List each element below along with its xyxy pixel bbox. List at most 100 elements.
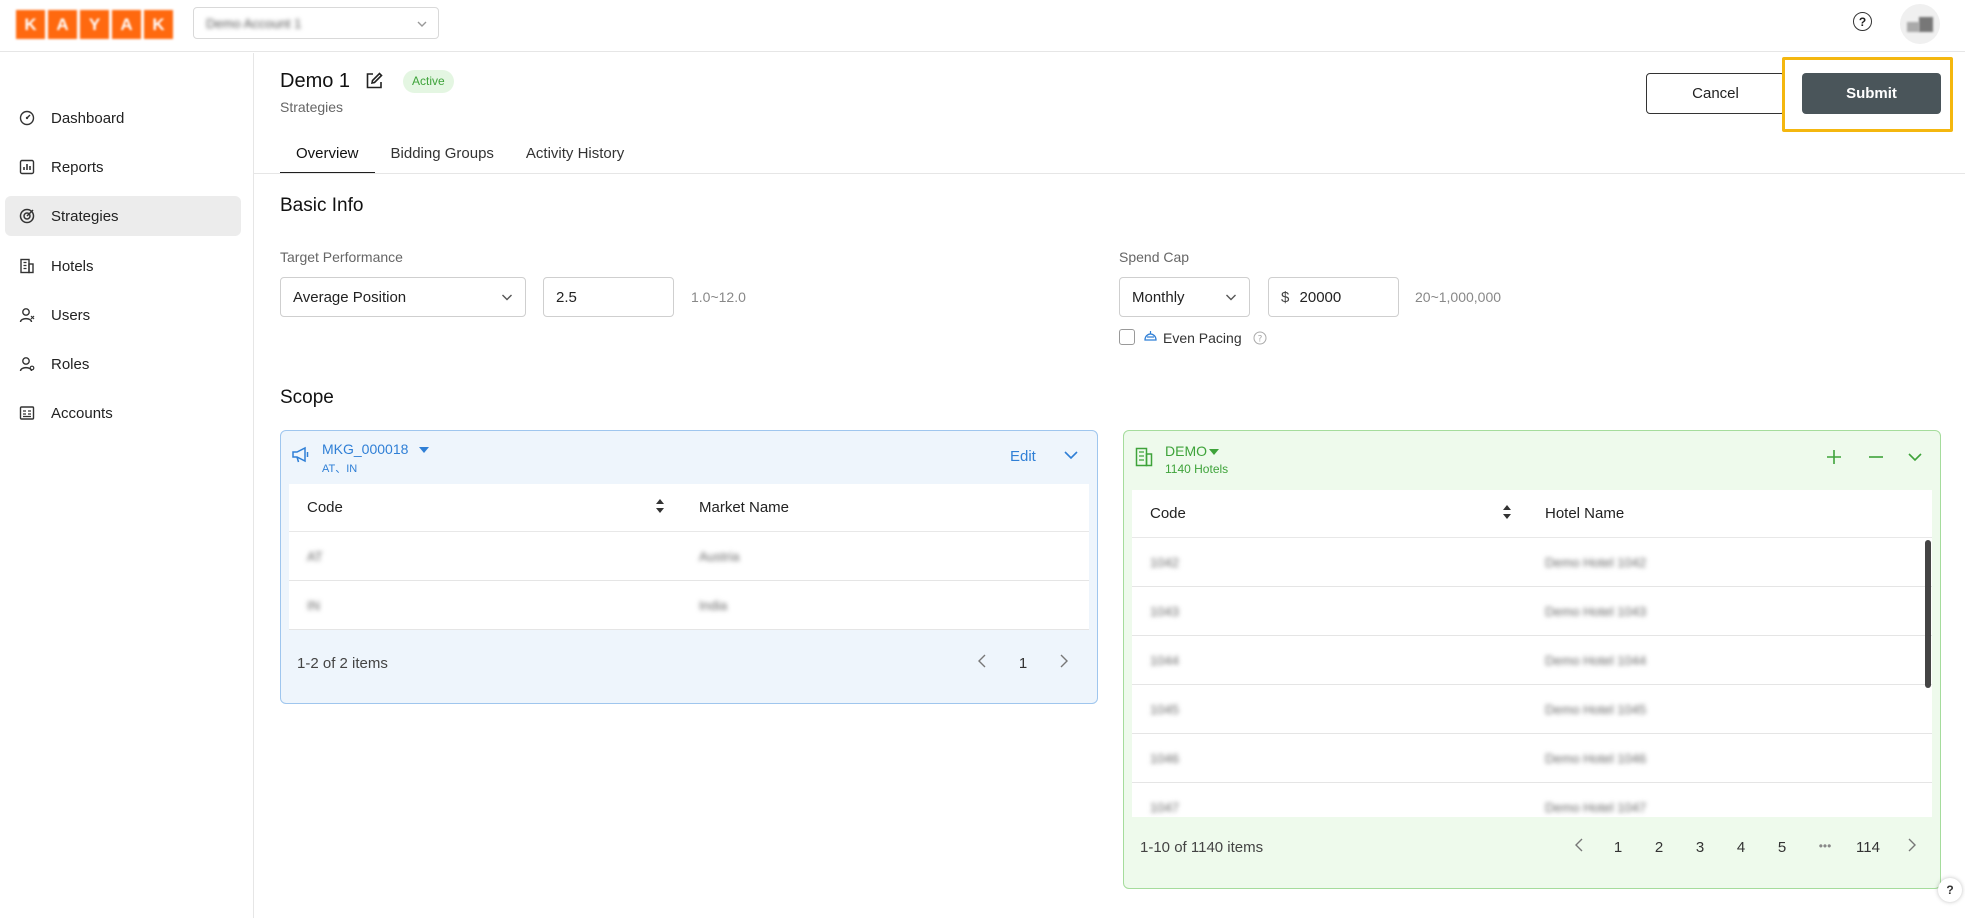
- table-row[interactable]: 1046 Demo Hotel 1046: [1132, 734, 1932, 783]
- logo-letter: K: [16, 10, 45, 39]
- sidebar-item-label: Roles: [51, 355, 90, 373]
- row-code: 1046: [1150, 751, 1179, 766]
- sidebar-item-dashboard[interactable]: Dashboard: [5, 98, 241, 138]
- hotels-table: Code Hotel Name 1042 Demo Hotel 1042 104…: [1132, 490, 1932, 817]
- pagination-summary: 1-10 of 1140 items: [1140, 839, 1264, 856]
- row-name: Demo Hotel 1046: [1545, 751, 1647, 766]
- chevron-down-icon: [1225, 289, 1237, 309]
- table-row[interactable]: 1043 Demo Hotel 1043: [1132, 587, 1932, 636]
- sort-icon[interactable]: [1502, 503, 1512, 521]
- row-name: Demo Hotel 1043: [1545, 604, 1647, 619]
- currency-symbol: $: [1281, 289, 1290, 306]
- page-number[interactable]: 1: [1606, 839, 1630, 856]
- target-metric-select[interactable]: Average Position: [280, 277, 526, 317]
- row-name: India: [699, 598, 728, 613]
- row-name: Demo Hotel 1044: [1545, 653, 1647, 668]
- chevron-down-icon[interactable]: [1063, 447, 1079, 468]
- tab-overview[interactable]: Overview: [280, 140, 375, 174]
- row-name: Demo Hotel 1042: [1545, 555, 1647, 570]
- accounts-icon: [18, 404, 36, 422]
- floating-help-button[interactable]: ?: [1938, 878, 1962, 902]
- sidebar-item-label: Reports: [51, 158, 104, 176]
- sidebar-item-accounts[interactable]: Accounts: [5, 393, 241, 433]
- help-icon[interactable]: ?: [1853, 12, 1872, 31]
- row-name: Austria: [699, 549, 740, 564]
- page-number[interactable]: 2: [1647, 839, 1671, 856]
- breadcrumb[interactable]: Strategies: [280, 99, 343, 115]
- page-title: Demo 1: [280, 70, 351, 92]
- sidebar-item-label: Users: [51, 306, 91, 324]
- prev-page-icon[interactable]: [1574, 837, 1584, 858]
- sidebar-item-label: Dashboard: [51, 109, 125, 127]
- next-page-icon[interactable]: [1907, 837, 1917, 858]
- page-number[interactable]: 4: [1729, 839, 1753, 856]
- minus-icon[interactable]: [1868, 449, 1884, 470]
- column-header-hotel-name[interactable]: Hotel Name: [1545, 505, 1624, 522]
- page-ellipsis[interactable]: •••: [1809, 839, 1841, 853]
- kayak-logo[interactable]: K A Y A K: [16, 10, 173, 39]
- spend-cap-amount-input[interactable]: $ 20000: [1268, 277, 1399, 317]
- section-title-scope: Scope: [280, 387, 334, 408]
- page-number[interactable]: 1: [1011, 655, 1035, 672]
- table-row[interactable]: 1047 Demo Hotel 1047: [1132, 783, 1932, 817]
- chevron-down-icon: [501, 289, 513, 309]
- chevron-down-icon[interactable]: [1907, 449, 1923, 470]
- sidebar-item-reports[interactable]: Reports: [5, 147, 241, 187]
- target-range-hint: 1.0~12.0: [691, 289, 746, 305]
- table-row[interactable]: 1042 Demo Hotel 1042: [1132, 538, 1932, 587]
- sidebar-item-roles[interactable]: Roles: [5, 344, 241, 384]
- target-value: 2.5: [556, 289, 577, 306]
- even-pacing-label: Even Pacing: [1163, 330, 1242, 346]
- row-code: 1042: [1150, 555, 1179, 570]
- row-name: Demo Hotel 1045: [1545, 702, 1647, 717]
- market-group-id[interactable]: MKG_000018: [322, 441, 408, 457]
- edit-markets-link[interactable]: Edit: [1010, 448, 1036, 465]
- caret-down-icon[interactable]: [418, 442, 430, 460]
- tab-bidding-groups[interactable]: Bidding Groups: [375, 140, 510, 174]
- submit-button[interactable]: Submit: [1802, 73, 1941, 114]
- even-pacing-icon: [1143, 330, 1158, 349]
- even-pacing-checkbox[interactable]: [1119, 329, 1135, 345]
- sidebar-item-label: Accounts: [51, 404, 113, 422]
- spend-cap-period-select[interactable]: Monthly: [1119, 277, 1250, 317]
- table-row[interactable]: AT Austria: [289, 532, 1089, 581]
- target-value-input[interactable]: 2.5: [543, 277, 674, 317]
- column-header-code[interactable]: Code: [1150, 505, 1186, 522]
- caret-down-icon[interactable]: [1208, 444, 1220, 462]
- sidebar-item-strategies[interactable]: Strategies: [5, 196, 241, 236]
- hotel-group-id[interactable]: DEMO: [1165, 443, 1207, 459]
- page-number[interactable]: 3: [1688, 839, 1712, 856]
- markets-table: Code Market Name AT Austria IN India: [289, 484, 1089, 630]
- account-select-value: Demo Account 1: [206, 16, 302, 31]
- markets-scope-panel: MKG_000018 AT、IN Edit Code Market Name A…: [280, 430, 1098, 704]
- account-select[interactable]: Demo Account 1: [193, 7, 439, 39]
- next-page-icon[interactable]: [1059, 653, 1069, 674]
- table-row[interactable]: 1044 Demo Hotel 1044: [1132, 636, 1932, 685]
- sidebar-item-users[interactable]: Users: [5, 295, 241, 335]
- row-code: IN: [307, 598, 320, 613]
- svg-text:?: ?: [1258, 335, 1263, 345]
- logo-letter: A: [112, 10, 141, 39]
- sort-icon[interactable]: [655, 497, 665, 515]
- sidebar-item-label: Strategies: [51, 207, 119, 225]
- hotels-table-scrollbar[interactable]: [1925, 540, 1931, 688]
- avatar[interactable]: [1900, 4, 1940, 44]
- table-row[interactable]: IN India: [289, 581, 1089, 630]
- hotel-building-icon: [1135, 447, 1153, 472]
- table-row[interactable]: 1045 Demo Hotel 1045: [1132, 685, 1932, 734]
- target-metric-value: Average Position: [293, 289, 407, 306]
- info-icon[interactable]: ?: [1253, 331, 1267, 350]
- column-header-market-name[interactable]: Market Name: [699, 499, 789, 516]
- cancel-button[interactable]: Cancel: [1646, 73, 1785, 114]
- dashboard-icon: [18, 109, 36, 127]
- prev-page-icon[interactable]: [977, 653, 987, 674]
- edit-icon[interactable]: [364, 71, 384, 91]
- sidebar-item-hotels[interactable]: Hotels: [5, 246, 241, 286]
- hotel-group-subtitle: 1140 Hotels: [1165, 462, 1229, 476]
- plus-icon[interactable]: [1826, 449, 1842, 470]
- page-number[interactable]: 5: [1770, 839, 1794, 856]
- column-header-code[interactable]: Code: [307, 499, 343, 516]
- tab-activity-history[interactable]: Activity History: [510, 140, 640, 174]
- page-number-last[interactable]: 114: [1852, 839, 1884, 856]
- sidebar-item-label: Hotels: [51, 257, 94, 275]
